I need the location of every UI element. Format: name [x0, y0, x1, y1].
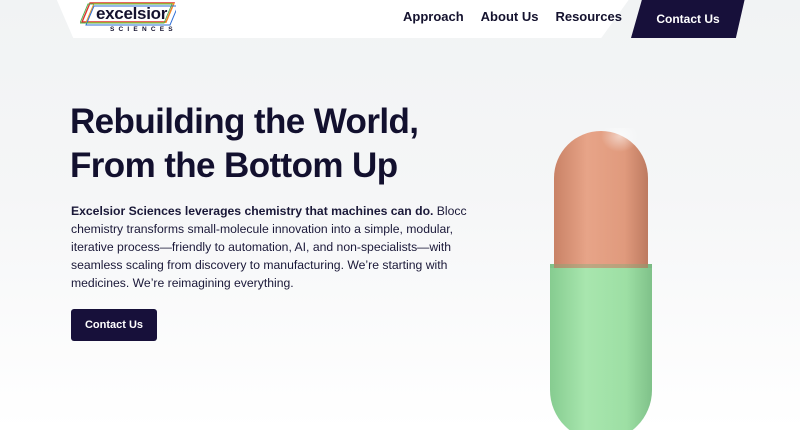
hero-title-line-1: Rebuilding the World, [70, 102, 419, 141]
hero-contact-button[interactable]: Contact Us [71, 309, 157, 341]
hero-title-line-2: From the Bottom Up [70, 146, 398, 185]
hero-description: Excelsior Sciences leverages chemistry t… [71, 202, 471, 292]
nav-resources[interactable]: Resources [555, 9, 621, 24]
capsule-seam [550, 264, 652, 268]
hero-description-lead: Excelsior Sciences leverages chemistry t… [71, 204, 434, 218]
capsule-bottom-half [550, 264, 652, 430]
nav-about-us[interactable]: About Us [481, 9, 539, 24]
hero-title: Rebuilding the World, From the Bottom Up [70, 100, 500, 188]
main-nav: Approach About Us Resources [403, 9, 622, 24]
capsule-illustration [550, 128, 652, 430]
page: excelsior SCIENCES Approach About Us Res… [0, 0, 800, 430]
nav-approach[interactable]: Approach [403, 9, 464, 24]
header-contact-button[interactable]: Contact Us [631, 0, 745, 38]
logo[interactable]: excelsior SCIENCES [80, 0, 176, 36]
logo-subtitle: SCIENCES [110, 26, 177, 33]
logo-wordmark: excelsior [96, 4, 168, 23]
capsule-highlight [554, 128, 648, 208]
